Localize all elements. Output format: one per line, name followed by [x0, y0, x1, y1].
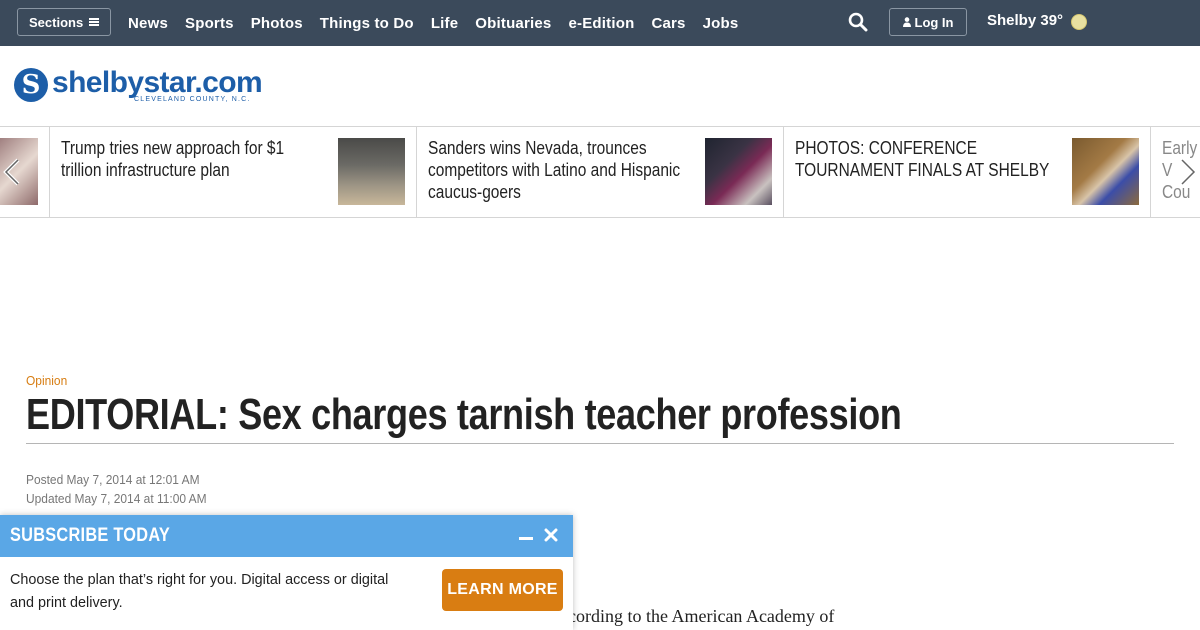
- weather-readout[interactable]: Shelby 39°: [987, 12, 1063, 29]
- search-icon[interactable]: [848, 12, 868, 32]
- posted-timestamp: Posted May 7, 2014 at 12:01 AM: [26, 472, 200, 487]
- article-headline: EDITORIAL: Sex charges tarnish teacher p…: [26, 390, 902, 439]
- close-icon[interactable]: [544, 528, 558, 542]
- updated-timestamp: Updated May 7, 2014 at 11:00 AM: [26, 491, 207, 506]
- carousel-card-title: PHOTOS: CONFERENCE TOURNAMENT FINALS AT …: [795, 138, 1050, 180]
- login-button[interactable]: Log In: [889, 8, 967, 36]
- nav-item-things-to-do[interactable]: Things to Do: [320, 15, 414, 32]
- carousel-thumbnail: [705, 138, 772, 205]
- headline-divider: [26, 443, 1174, 444]
- carousel-prev-icon[interactable]: [0, 157, 24, 187]
- nav-item-cars[interactable]: Cars: [651, 15, 685, 32]
- article-body-text: ccording to the American Academy of: [560, 606, 835, 626]
- carousel-thumbnail: [1072, 138, 1139, 205]
- login-label: Log In: [914, 14, 954, 30]
- subscribe-promo-panel: SUBSCRIBE TODAY Choose the plan that’s r…: [0, 515, 573, 630]
- nav-item-life[interactable]: Life: [431, 15, 458, 32]
- weather-sun-icon: [1071, 14, 1087, 30]
- headline-carousel: Trump tries new approach for $1 trillion…: [0, 126, 1200, 218]
- nav-item-e-edition[interactable]: e-Edition: [568, 15, 634, 32]
- logo-mark-icon: S: [14, 68, 48, 102]
- sections-menu-button[interactable]: Sections: [17, 8, 111, 36]
- carousel-card[interactable]: Trump tries new approach for $1 trillion…: [50, 127, 417, 217]
- subscribe-promo-header: SUBSCRIBE TODAY: [0, 515, 573, 557]
- carousel-next-icon[interactable]: [1176, 157, 1200, 187]
- logo-wordmark: shelbystar.com: [52, 66, 263, 99]
- logo-tagline: CLEVELAND COUNTY, N.C.: [134, 96, 251, 103]
- subscribe-promo-title: SUBSCRIBE TODAY: [10, 525, 171, 546]
- minimize-icon[interactable]: [519, 537, 533, 540]
- carousel-card[interactable]: PHOTOS: CONFERENCE TOURNAMENT FINALS AT …: [784, 127, 1151, 217]
- user-icon: [902, 17, 911, 27]
- carousel-thumbnail: [338, 138, 405, 205]
- subscribe-promo-text: Choose the plan that’s right for you. Di…: [10, 571, 389, 611]
- nav-item-photos[interactable]: Photos: [251, 15, 303, 32]
- nav-item-sports[interactable]: Sports: [185, 15, 234, 32]
- hamburger-icon: [89, 18, 100, 26]
- carousel-card-title: Sanders wins Nevada, trounces competitor…: [428, 138, 681, 202]
- main-nav: News Sports Photos Things to Do Life Obi…: [128, 0, 738, 46]
- nav-item-jobs[interactable]: Jobs: [703, 15, 739, 32]
- top-navigation-bar: Sections News Sports Photos Things to Do…: [0, 0, 1200, 46]
- site-logo[interactable]: S shelbystar.com CLEVELAND COUNTY, N.C.: [14, 66, 263, 106]
- learn-more-button[interactable]: LEARN MORE: [442, 569, 563, 611]
- nav-item-news[interactable]: News: [128, 15, 168, 32]
- nav-item-obituaries[interactable]: Obituaries: [475, 15, 551, 32]
- carousel-card-title: Trump tries new approach for $1 trillion…: [61, 138, 285, 180]
- sections-label: Sections: [29, 14, 84, 30]
- article-section-label[interactable]: Opinion: [26, 373, 67, 388]
- carousel-card[interactable]: Sanders wins Nevada, trounces competitor…: [417, 127, 784, 217]
